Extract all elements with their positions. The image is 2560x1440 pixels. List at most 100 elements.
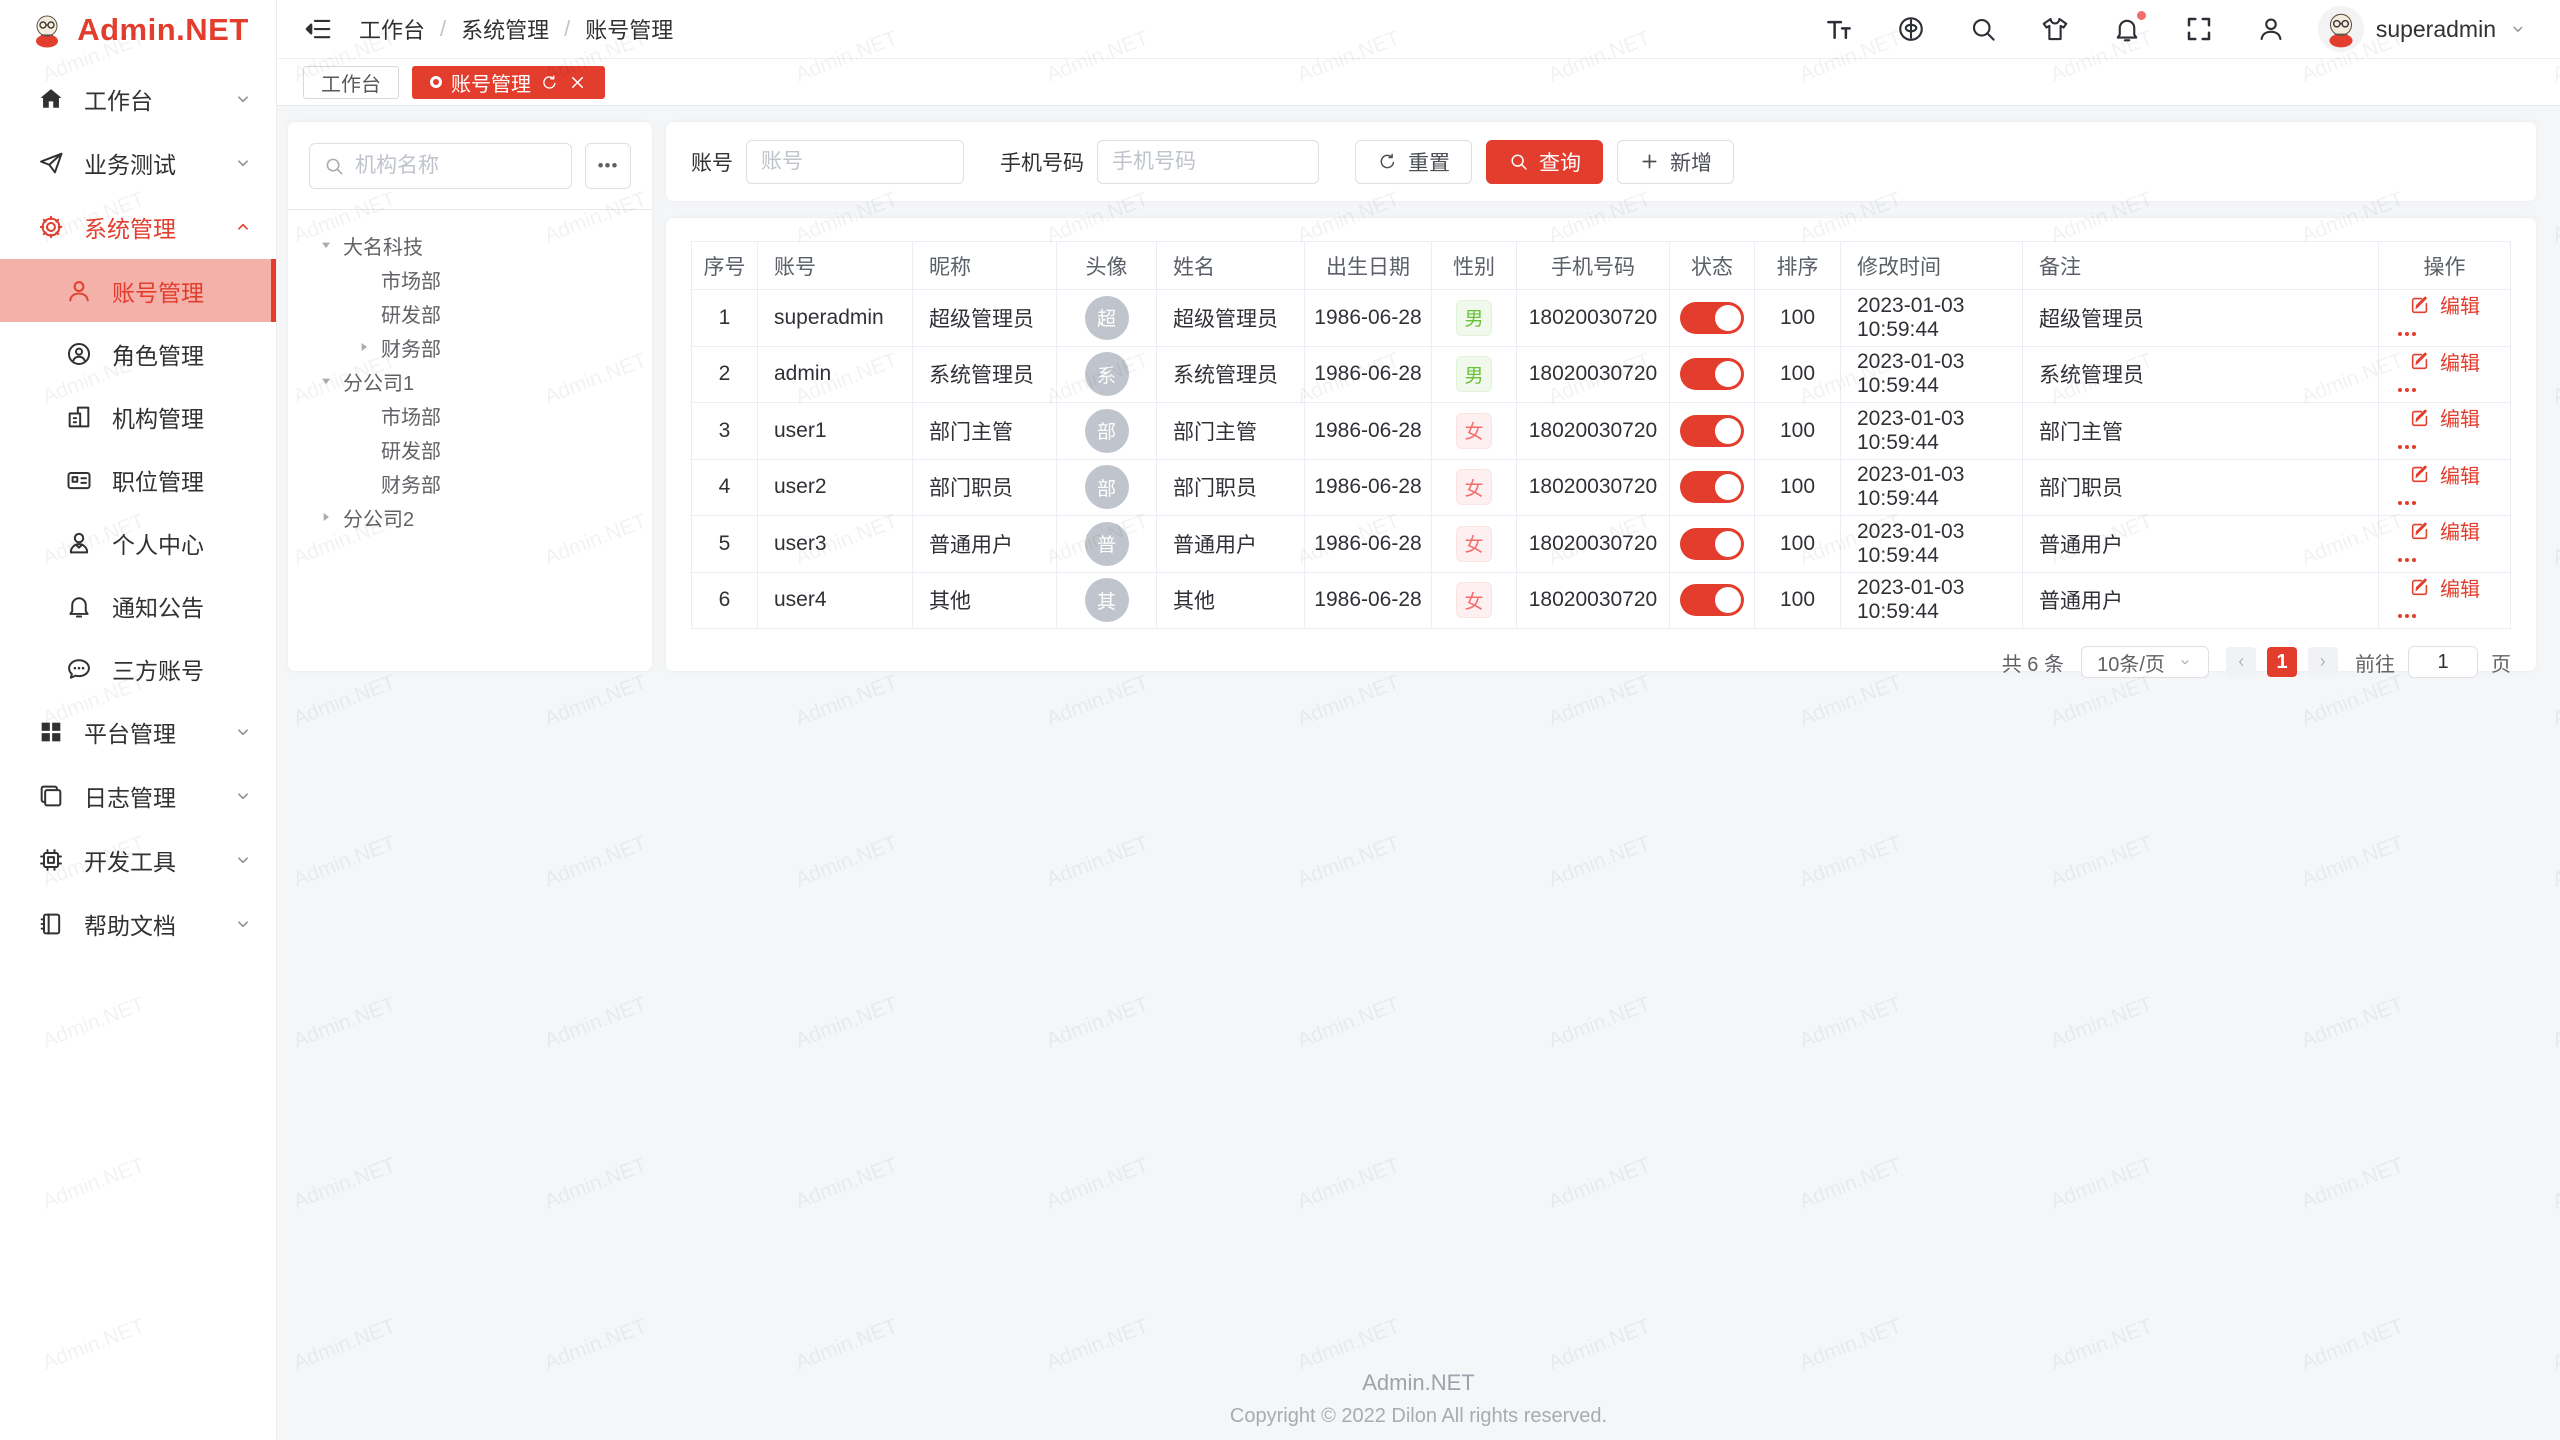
gender-badge: 女 (1456, 469, 1492, 505)
fullscreen-icon[interactable] (2184, 14, 2214, 44)
account-input[interactable] (746, 140, 964, 184)
language-icon[interactable] (1896, 14, 1926, 44)
status-toggle[interactable] (1680, 358, 1744, 390)
tree-node-0[interactable]: 大名科技 (309, 228, 631, 262)
add-button[interactable]: 新增 (1617, 140, 1734, 184)
tree-node-label: 市场部 (381, 265, 441, 294)
gender-badge: 男 (1456, 300, 1492, 336)
tree-node-2[interactable]: 研发部 (309, 296, 631, 330)
tab-refresh-icon[interactable] (540, 73, 559, 92)
org-search-input[interactable] (355, 154, 558, 178)
goto-page-input[interactable] (2408, 646, 2478, 678)
org-search-field[interactable] (309, 143, 572, 189)
tree-node-5[interactable]: 市场部 (309, 398, 631, 432)
sidebar-subitem-2-0[interactable]: 账号管理 (0, 259, 276, 322)
status-toggle[interactable] (1680, 415, 1744, 447)
sidebar-item-2[interactable]: 系统管理 (0, 195, 276, 259)
user-menu[interactable]: superadmin (2318, 6, 2528, 52)
tab-1[interactable]: 账号管理 (412, 66, 605, 99)
edit-button[interactable]: 编辑 (2409, 290, 2480, 319)
sidebar-item-4[interactable]: 日志管理 (0, 764, 276, 828)
home-icon (36, 84, 66, 114)
column-header-remark: 备注 (2023, 242, 2379, 290)
tree-node-6[interactable]: 研发部 (309, 432, 631, 466)
edit-button[interactable]: 编辑 (2409, 347, 2480, 376)
cell-modified: 2023-01-03 10:59:44 (1841, 459, 2023, 516)
breadcrumb-item-1[interactable]: 系统管理 (461, 13, 549, 45)
table-row: 6user4其他其其他1986-06-28女180200307201002023… (692, 572, 2511, 629)
current-page[interactable]: 1 (2267, 647, 2297, 677)
row-more-button[interactable] (2395, 491, 2504, 515)
accounts-table-card: 序号账号昵称头像姓名出生日期性别手机号码状态排序修改时间备注操作 1supera… (665, 217, 2537, 672)
sidebar-item-6[interactable]: 帮助文档 (0, 892, 276, 956)
caret-down-icon[interactable] (309, 373, 343, 389)
add-label: 新增 (1670, 147, 1712, 177)
sidebar-subitem-2-4[interactable]: 个人中心 (0, 511, 276, 574)
tree-node-8[interactable]: 分公司2 (309, 500, 631, 534)
org-more-button[interactable]: ••• (585, 143, 631, 189)
next-page-button[interactable] (2308, 647, 2338, 677)
sidebar-subitem-2-6[interactable]: 三方账号 (0, 637, 276, 700)
sidebar-subitem-2-3[interactable]: 职位管理 (0, 448, 276, 511)
query-button[interactable]: 查询 (1486, 140, 1603, 184)
status-toggle[interactable] (1680, 302, 1744, 334)
cell-op: 编辑 (2379, 346, 2511, 403)
cell-sort: 100 (1755, 290, 1841, 347)
collapse-menu-icon[interactable] (303, 14, 333, 44)
chevron-down-icon (2177, 654, 2193, 670)
sidebar-item-5[interactable]: 开发工具 (0, 828, 276, 892)
query-label: 查询 (1539, 147, 1581, 177)
edit-button[interactable]: 编辑 (2409, 403, 2480, 432)
sidebar-subitem-2-1[interactable]: 角色管理 (0, 322, 276, 385)
sidebar-subitem-2-2[interactable]: 机构管理 (0, 385, 276, 448)
bell-icon (64, 591, 94, 621)
status-toggle[interactable] (1680, 528, 1744, 560)
breadcrumb-item-2[interactable]: 账号管理 (585, 13, 673, 45)
pagination: 共 6 条 10条/页 1 前往 页 (691, 646, 2511, 678)
row-more-button[interactable] (2395, 322, 2504, 346)
page-size-select[interactable]: 10条/页 (2081, 646, 2209, 678)
status-toggle[interactable] (1680, 471, 1744, 503)
cell-status (1670, 346, 1755, 403)
sidebar-item-0[interactable]: 工作台 (0, 67, 276, 131)
sidebar-item-3[interactable]: 平台管理 (0, 700, 276, 764)
status-toggle[interactable] (1680, 584, 1744, 616)
edit-button[interactable]: 编辑 (2409, 573, 2480, 602)
sidebar-subitem-2-5[interactable]: 通知公告 (0, 574, 276, 637)
tab-0[interactable]: 工作台 (303, 66, 399, 99)
row-more-button[interactable] (2395, 548, 2504, 572)
tab-close-icon[interactable] (568, 73, 587, 92)
tree-node-7[interactable]: 财务部 (309, 466, 631, 500)
plus-icon (1639, 151, 1660, 172)
cell-account: user4 (758, 572, 913, 629)
tree-node-4[interactable]: 分公司1 (309, 364, 631, 398)
breadcrumb-item-0[interactable]: 工作台 (359, 13, 425, 45)
tree-node-3[interactable]: 财务部 (309, 330, 631, 364)
edit-label: 编辑 (2440, 347, 2480, 376)
chevron-down-icon (2508, 19, 2528, 39)
edit-button[interactable]: 编辑 (2409, 460, 2480, 489)
font-size-icon[interactable] (1824, 14, 1854, 44)
phone-input[interactable] (1097, 140, 1319, 184)
row-more-button[interactable] (2395, 604, 2504, 628)
row-more-button[interactable] (2395, 378, 2504, 402)
cell-sort: 100 (1755, 346, 1841, 403)
reset-button[interactable]: 重置 (1355, 140, 1472, 184)
prev-page-button[interactable] (2226, 647, 2256, 677)
search-icon[interactable] (1968, 14, 1998, 44)
notification-icon[interactable] (2112, 14, 2142, 44)
caret-right-icon[interactable] (309, 509, 343, 525)
caret-right-icon[interactable] (347, 339, 381, 355)
edit-button[interactable]: 编辑 (2409, 516, 2480, 545)
cell-gender: 女 (1432, 516, 1517, 573)
tree-node-1[interactable]: 市场部 (309, 262, 631, 296)
theme-icon[interactable] (2040, 14, 2070, 44)
avatar (2318, 6, 2364, 52)
row-more-button[interactable] (2395, 435, 2504, 459)
cell-avatar: 超 (1057, 290, 1157, 347)
user-icon[interactable] (2256, 14, 2286, 44)
cell-nickname: 部门职员 (913, 459, 1057, 516)
caret-down-icon[interactable] (309, 237, 343, 253)
edit-icon (2409, 407, 2431, 429)
sidebar-item-1[interactable]: 业务测试 (0, 131, 276, 195)
